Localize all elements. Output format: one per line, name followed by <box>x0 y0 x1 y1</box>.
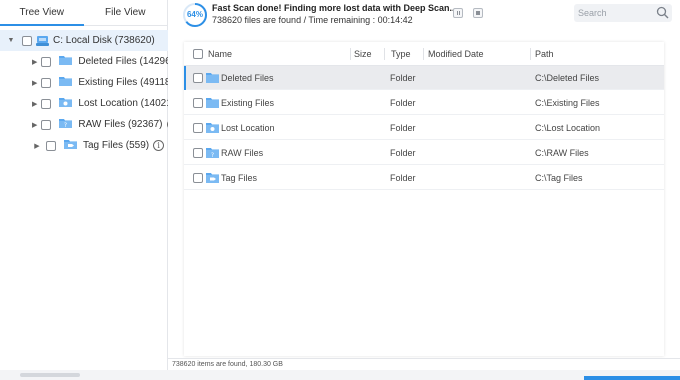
tree-node-local-disk[interactable]: ▼ C: Local Disk (738620) <box>0 30 168 51</box>
status-text: 738620 items are found, 180.30 GB <box>172 361 283 368</box>
column-divider <box>423 48 424 60</box>
row-checkbox[interactable] <box>193 73 203 83</box>
tree-node-existing-files[interactable]: ▶ Existing Files (491186) <box>0 72 168 93</box>
horizontal-scrollbar[interactable] <box>20 373 80 377</box>
raw-folder-icon: ? <box>206 147 219 161</box>
cell-path: C:\Tag Files <box>535 173 583 183</box>
tag-folder-icon <box>64 139 77 152</box>
row-checkbox[interactable] <box>193 98 203 108</box>
expand-arrow-icon[interactable]: ▶ <box>32 121 37 129</box>
folder-icon <box>206 72 219 86</box>
folder-icon <box>59 55 73 68</box>
recover-button[interactable] <box>584 376 680 380</box>
tree-node-raw-files[interactable]: ▶ ? RAW Files (92367) i <box>0 114 168 135</box>
collapse-arrow-icon[interactable]: ▼ <box>6 37 16 44</box>
tree-node-deleted-files[interactable]: ▶ Deleted Files (14296) <box>0 51 168 72</box>
column-header-modified[interactable]: Modified Date <box>428 42 484 66</box>
cell-name: Lost Location <box>221 123 275 133</box>
scan-title: Fast Scan done! Finding more lost data w… <box>212 3 458 13</box>
tree-node-tag-files[interactable]: ▶ Tag Files (559) i <box>0 135 168 156</box>
progress-percent: 64% <box>186 10 203 19</box>
table-row[interactable]: Lost Location Folder C:\Lost Location <box>184 116 664 140</box>
cell-type: Folder <box>390 148 416 158</box>
left-pane: Tree View File View ▼ C: Local Disk (738… <box>0 0 168 370</box>
scan-status-text: 738620 files are found / Time remaining … <box>212 15 413 25</box>
tag-folder-icon <box>206 172 219 186</box>
data-recovery-window: Tree View File View ▼ C: Local Disk (738… <box>0 0 680 380</box>
file-list-panel: Name Size Type Modified Date Path Delete… <box>184 42 664 356</box>
bottom-strip <box>0 370 680 380</box>
pause-button[interactable] <box>453 8 463 18</box>
info-icon[interactable]: i <box>153 140 165 151</box>
search-box[interactable] <box>574 4 672 22</box>
tree-item-label: Deleted Files (14296) <box>78 56 168 67</box>
raw-folder-icon: ? <box>59 118 73 131</box>
tree-item-label: Lost Location (140212) <box>78 98 168 109</box>
tab-file-view[interactable]: File View <box>83 0 167 26</box>
cell-name: Deleted Files <box>221 73 274 83</box>
info-icon[interactable]: i <box>166 119 168 130</box>
cell-type: Folder <box>390 98 416 108</box>
svg-text:?: ? <box>211 152 214 158</box>
tree-item-label: RAW Files (92367) <box>78 119 163 130</box>
folder-icon <box>206 97 219 111</box>
tree-item-label: Tag Files (559) <box>83 140 150 151</box>
column-divider <box>530 48 531 60</box>
local-disk-label: C: Local Disk (738620) <box>53 35 155 46</box>
expand-arrow-icon[interactable]: ▶ <box>32 79 37 87</box>
cell-type: Folder <box>390 173 416 183</box>
lost-folder-icon <box>206 122 219 136</box>
column-header-size[interactable]: Size <box>354 42 372 66</box>
table-row[interactable]: Deleted Files Folder C:\Deleted Files <box>184 66 664 90</box>
lost-folder-icon <box>59 97 73 110</box>
cell-name: RAW Files <box>221 148 264 158</box>
column-header-name[interactable]: Name <box>208 42 232 66</box>
tab-tree-view[interactable]: Tree View <box>0 0 84 26</box>
tag-files-checkbox[interactable] <box>46 140 56 151</box>
deleted-files-checkbox[interactable] <box>41 56 52 67</box>
search-icon[interactable] <box>656 6 669 22</box>
scan-status-bar: 64% Fast Scan done! Finding more lost da… <box>168 0 680 30</box>
column-divider <box>384 48 385 60</box>
table-row[interactable]: Tag Files Folder C:\Tag Files <box>184 166 664 190</box>
search-input[interactable] <box>578 5 652 21</box>
stop-button[interactable] <box>473 8 483 18</box>
drive-icon <box>36 35 49 47</box>
column-divider <box>350 48 351 60</box>
expand-arrow-icon[interactable]: ▶ <box>32 142 42 150</box>
left-tabs: Tree View File View <box>0 0 167 26</box>
cell-name: Existing Files <box>221 98 275 108</box>
cell-path: C:\Existing Files <box>535 98 600 108</box>
select-all-checkbox[interactable] <box>193 49 203 59</box>
row-checkbox[interactable] <box>193 123 203 133</box>
cell-name: Tag Files <box>221 173 258 183</box>
row-checkbox[interactable] <box>193 173 203 183</box>
table-row[interactable]: Existing Files Folder C:\Existing Files <box>184 91 664 115</box>
expand-arrow-icon[interactable]: ▶ <box>32 58 37 66</box>
tree-item-label: Existing Files (491186) <box>78 77 168 88</box>
cell-path: C:\Deleted Files <box>535 73 600 83</box>
lost-location-checkbox[interactable] <box>41 98 52 109</box>
cell-type: Folder <box>390 73 416 83</box>
table-row[interactable]: ? RAW Files Folder C:\RAW Files <box>184 141 664 165</box>
column-header-type[interactable]: Type <box>391 42 411 66</box>
folder-icon <box>59 76 73 89</box>
status-bar: 738620 items are found, 180.30 GB <box>168 358 680 370</box>
cell-path: C:\RAW Files <box>535 148 589 158</box>
expand-arrow-icon[interactable]: ▶ <box>32 100 37 108</box>
column-header-path[interactable]: Path <box>535 42 554 66</box>
raw-files-checkbox[interactable] <box>41 119 52 130</box>
cell-type: Folder <box>390 123 416 133</box>
existing-files-checkbox[interactable] <box>41 77 52 88</box>
tree-node-lost-location[interactable]: ▶ Lost Location (140212) <box>0 93 168 114</box>
cell-path: C:\Lost Location <box>535 123 601 133</box>
table-header: Name Size Type Modified Date Path <box>184 42 664 66</box>
local-disk-checkbox[interactable] <box>22 35 32 46</box>
row-checkbox[interactable] <box>193 148 203 158</box>
svg-text:?: ? <box>64 122 67 128</box>
